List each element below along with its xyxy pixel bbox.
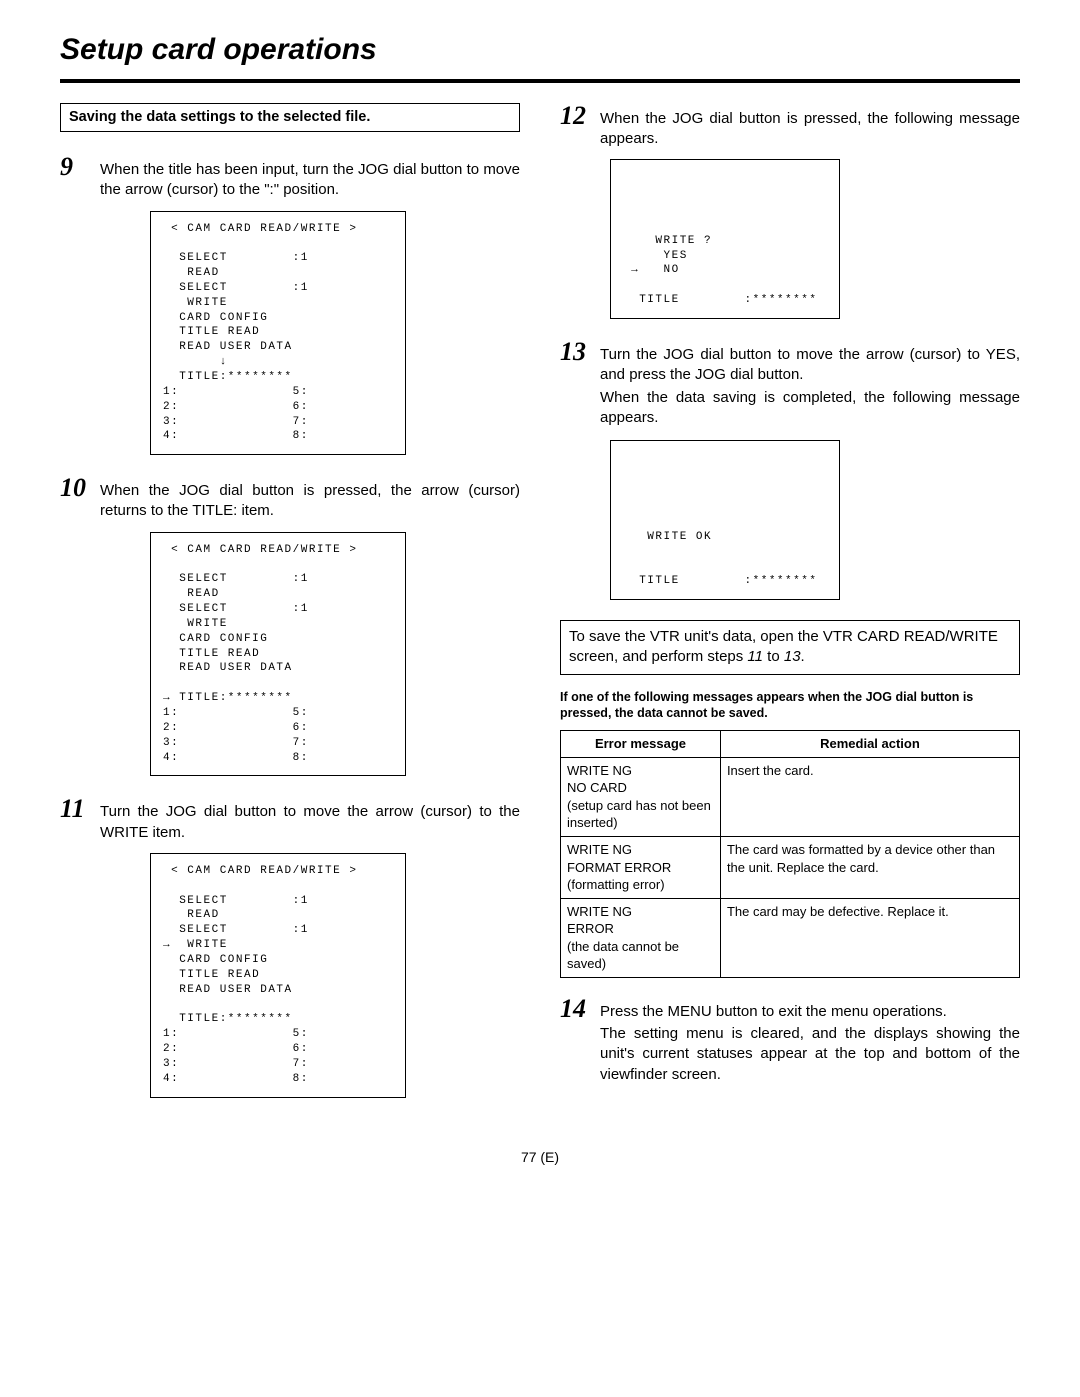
td-action: The card may be defective. Replace it. (720, 898, 1019, 977)
screen-10: < CAM CARD READ/WRITE > SELECT :1 READ S… (150, 532, 406, 777)
screen-12: WRITE ? YES → NO TITLE :******** (610, 159, 840, 319)
columns: Saving the data settings to the selected… (60, 103, 1020, 1118)
note-box: To save the VTR unit's data, open the VT… (560, 620, 1020, 675)
step-number: 11 (60, 796, 100, 822)
step-12: 12 When the JOG dial button is pressed, … (560, 103, 1020, 150)
screen-12-content: WRITE ? YES → NO TITLE :******** (623, 234, 827, 308)
step-text: Turn the JOG dial button to move the arr… (100, 796, 520, 843)
step-text: Turn the JOG dial button to move the arr… (600, 339, 1020, 430)
step-number: 12 (560, 103, 600, 129)
table-row: Error message Remedial action (561, 731, 1020, 758)
section-heading-box: Saving the data settings to the selected… (60, 103, 520, 133)
note-e: . (801, 648, 805, 665)
step-10: 10 When the JOG dial button is pressed, … (60, 475, 520, 522)
error-table: Error message Remedial action WRITE NG N… (560, 730, 1020, 978)
step-13-line-1: Turn the JOG dial button to move the arr… (600, 345, 1020, 386)
th-action: Remedial action (720, 731, 1019, 758)
left-column: Saving the data settings to the selected… (60, 103, 520, 1118)
td-action: The card was formatted by a device other… (720, 836, 1019, 898)
step-number: 14 (560, 996, 600, 1022)
condition-heading: If one of the following messages appears… (560, 689, 1020, 723)
step-14: 14 Press the MENU button to exit the men… (560, 996, 1020, 1087)
td-action: Insert the card. (720, 757, 1019, 836)
step-14-line-2: The setting menu is cleared, and the dis… (600, 1024, 1020, 1085)
td-error: WRITE NG NO CARD (setup card has not bee… (561, 757, 721, 836)
screen-13: WRITE OK TITLE :******** (610, 440, 840, 600)
right-column: 12 When the JOG dial button is pressed, … (560, 103, 1020, 1118)
step-number: 9 (60, 154, 100, 180)
step-13: 13 Turn the JOG dial button to move the … (560, 339, 1020, 430)
page-footer: 77 (E) (60, 1148, 1020, 1167)
table-row: WRITE NG ERROR (the data cannot be saved… (561, 898, 1020, 977)
th-error: Error message (561, 731, 721, 758)
step-text: When the JOG dial button is pressed, the… (600, 103, 1020, 150)
screen-9: < CAM CARD READ/WRITE > SELECT :1 READ S… (150, 211, 406, 456)
td-error: WRITE NG ERROR (the data cannot be saved… (561, 898, 721, 977)
step-text: Press the MENU button to exit the menu o… (600, 996, 1020, 1087)
table-row: WRITE NG NO CARD (setup card has not bee… (561, 757, 1020, 836)
step-14-line-1: Press the MENU button to exit the menu o… (600, 1002, 1020, 1022)
step-9: 9 When the title has been input, turn th… (60, 154, 520, 201)
table-row: WRITE NG FORMAT ERROR (formatting error)… (561, 836, 1020, 898)
step-text: When the title has been input, turn the … (100, 154, 520, 201)
step-number: 13 (560, 339, 600, 365)
note-c: to (763, 648, 784, 665)
note-step-13: 13 (784, 648, 801, 665)
step-13-line-2: When the data saving is completed, the f… (600, 388, 1020, 429)
step-number: 10 (60, 475, 100, 501)
screen-11: < CAM CARD READ/WRITE > SELECT :1 READ S… (150, 853, 406, 1098)
page-title: Setup card operations (60, 30, 1020, 71)
step-text: When the JOG dial button is pressed, the… (100, 475, 520, 522)
screen-13-content: WRITE OK TITLE :******** (623, 530, 827, 589)
step-11: 11 Turn the JOG dial button to move the … (60, 796, 520, 843)
page-title-wrap: Setup card operations (60, 30, 1020, 83)
note-step-11: 11 (747, 648, 763, 665)
td-error: WRITE NG FORMAT ERROR (formatting error) (561, 836, 721, 898)
manual-page: Setup card operations Saving the data se… (0, 0, 1080, 1206)
